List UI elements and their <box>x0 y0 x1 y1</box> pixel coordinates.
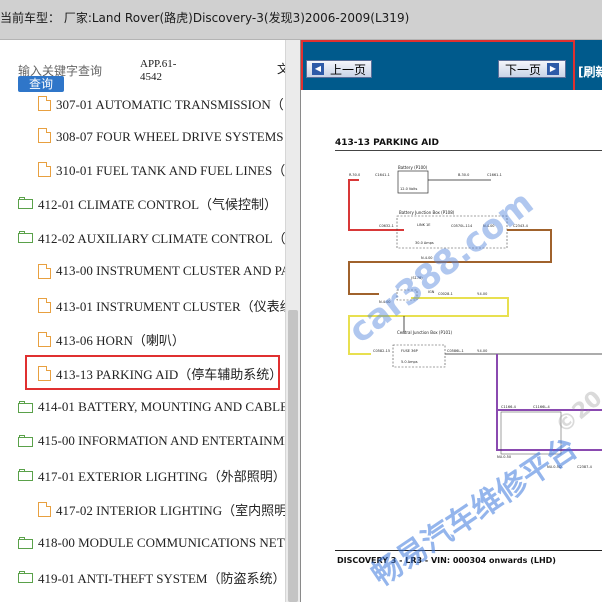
tree-folder[interactable]: 419-01 ANTI-THEFT SYSTEM（防盗系统） <box>18 566 285 588</box>
search-button[interactable]: 查询 <box>18 76 64 92</box>
folder-icon <box>18 537 34 549</box>
battery-component: Battery (P100) 12.0 Volts <box>397 165 429 194</box>
manual-page: 413-13 PARKING AID Battery (P100) 12.0 V… <box>301 90 602 602</box>
connector-code: C1661-1 <box>487 173 502 177</box>
connector-code: C0586L-1 <box>447 349 464 353</box>
tree-item-label: 412-02 AUXILIARY CLIMATE CONTROL（辅 <box>38 230 299 246</box>
tree-item-label: 417-02 INTERIOR LIGHTING（室内照明） <box>56 502 301 518</box>
connector-code: C1166L-4 <box>533 405 551 409</box>
document-viewer: ◀ 上一页 下一页 ▶ [刷新 413-13 PARKING AID Batte… <box>300 40 602 602</box>
tree-item-label: 419-01 ANTI-THEFT SYSTEM（防盗系统） <box>38 570 286 586</box>
folder-icon <box>18 469 34 481</box>
wire-code: NU.0.50 <box>497 455 511 459</box>
connector-code: C2343-4 <box>513 224 529 228</box>
tree-item[interactable]: 307-01 AUTOMATIC TRANSMISSION（ <box>38 92 284 114</box>
link-amps: 30.0 Amps <box>415 241 434 245</box>
tree-item-label: 415-00 INFORMATION AND ENTERTAINME <box>38 433 293 448</box>
splice-label: (S176) <box>411 276 423 280</box>
tree-item-label: 417-01 EXTERIOR LIGHTING（外部照明） <box>38 468 286 484</box>
wire-code: B.30.0 <box>458 173 469 177</box>
folder-icon <box>18 401 34 413</box>
scrollbar-thumb[interactable] <box>288 310 298 602</box>
document-icon <box>38 161 51 177</box>
refresh-link[interactable]: [刷新 <box>578 63 602 80</box>
document-icon <box>38 127 51 143</box>
wire-code: R.30.0 <box>349 173 360 177</box>
tree-item[interactable]: 413-01 INSTRUMENT CLUSTER（仪表组 <box>38 294 293 316</box>
tree-item-label: 418-00 MODULE COMMUNICATIONS NETW <box>38 535 297 550</box>
folder-icon <box>18 197 34 209</box>
page-footer: DISCOVERY 3 - LR3 - VIN: 000304 onwards … <box>337 556 556 565</box>
central-box-label: Central Junction Box (P101) <box>397 330 453 335</box>
footer-divider <box>335 550 602 551</box>
link-label: LINK 1E <box>417 223 430 227</box>
tree-folder[interactable]: 415-00 INFORMATION AND ENTERTAINME <box>18 430 292 452</box>
connector-code: C0582-15 <box>373 349 390 353</box>
tree-folder[interactable]: 412-01 CLIMATE CONTROL（气候控制） <box>18 192 277 214</box>
tree-item[interactable]: 417-02 INTERIOR LIGHTING（室内照明） <box>38 498 300 520</box>
connector-code: C2387-4 <box>577 465 593 469</box>
tree-item-label: 307-01 AUTOMATIC TRANSMISSION（ <box>56 96 284 112</box>
document-icon <box>38 297 51 313</box>
tree-scrollbar[interactable] <box>285 40 300 602</box>
document-icon <box>38 263 51 279</box>
folder-icon <box>18 435 34 447</box>
tree-folder[interactable]: 414-01 BATTERY, MOUNTING AND CABLES <box>18 396 295 418</box>
tree-folder[interactable]: 412-02 AUXILIARY CLIMATE CONTROL（辅 <box>18 226 299 248</box>
fuse-label: FUSE 36P <box>401 349 418 353</box>
connector-code: C1641-1 <box>375 173 390 177</box>
folder-icon <box>18 231 34 243</box>
tree-item-label: 412-01 CLIMATE CONTROL（气候控制） <box>38 196 278 212</box>
tree-item-label: 413-00 INSTRUMENT CLUSTER AND PA <box>56 263 291 278</box>
connector-code: C1166-4 <box>501 405 517 409</box>
connector-code: C0570L-114 <box>451 224 473 228</box>
tree-item-label: 310-01 FUEL TANK AND FUEL LINES（ <box>56 162 286 178</box>
selected-item-highlight <box>25 355 280 390</box>
wire-code: N.4.00 <box>483 224 495 228</box>
tree-folder[interactable]: 418-00 MODULE COMMUNICATIONS NETW <box>18 532 297 554</box>
connector-code: C0028-1 <box>438 292 453 296</box>
document-icon <box>38 501 51 517</box>
document-icon <box>38 95 51 111</box>
connector-code: C0632-1 <box>379 224 394 228</box>
title-bar: 当前车型： 厂家:Land Rover(路虎)Discovery-3(发现3)2… <box>0 0 602 40</box>
folder-icon <box>18 571 34 583</box>
battery-label: Battery (P100) <box>398 165 428 170</box>
wire-code: NU.0.5D <box>547 465 562 469</box>
tree-item-label: 413-06 HORN（喇叭） <box>56 332 185 348</box>
fuse-amps: 5.0 Amps <box>401 360 418 364</box>
wire-code: N.4.00 <box>421 256 433 260</box>
nav-buttons-highlight <box>301 40 575 92</box>
wire-code: Y.4.00 <box>477 349 487 353</box>
document-icon <box>38 331 51 347</box>
tree-item[interactable]: 308-07 FOUR WHEEL DRIVE SYSTEMS（ <box>38 124 297 146</box>
tree-item-label: 413-01 INSTRUMENT CLUSTER（仪表组 <box>56 298 293 314</box>
wiring-diagram: Battery (P100) 12.0 Volts R.30.0 C1641-1… <box>348 165 602 469</box>
app-code-label: APP.61-4542 <box>140 58 177 83</box>
junction-box-label: Battery Junction Box (P108) <box>399 210 455 215</box>
tree-item-label: 308-07 FOUR WHEEL DRIVE SYSTEMS（ <box>56 128 297 144</box>
wire-code: Y.4.00 <box>477 292 487 296</box>
tree-item[interactable]: 310-01 FUEL TANK AND FUEL LINES（ <box>38 158 285 180</box>
tree-item-label: 414-01 BATTERY, MOUNTING AND CABLES <box>38 399 296 414</box>
tree-item[interactable]: 413-06 HORN（喇叭） <box>38 328 185 350</box>
wire-code: N.4.00 <box>379 300 391 304</box>
tree-item[interactable]: 413-00 INSTRUMENT CLUSTER AND PA <box>38 260 290 282</box>
ign-label: IGN <box>428 290 435 294</box>
vehicle-title: 当前车型： 厂家:Land Rover(路虎)Discovery-3(发现3)2… <box>0 11 410 25</box>
battery-volts: 12.0 Volts <box>400 187 418 191</box>
tree-folder[interactable]: 417-01 EXTERIOR LIGHTING（外部照明） <box>18 464 286 486</box>
